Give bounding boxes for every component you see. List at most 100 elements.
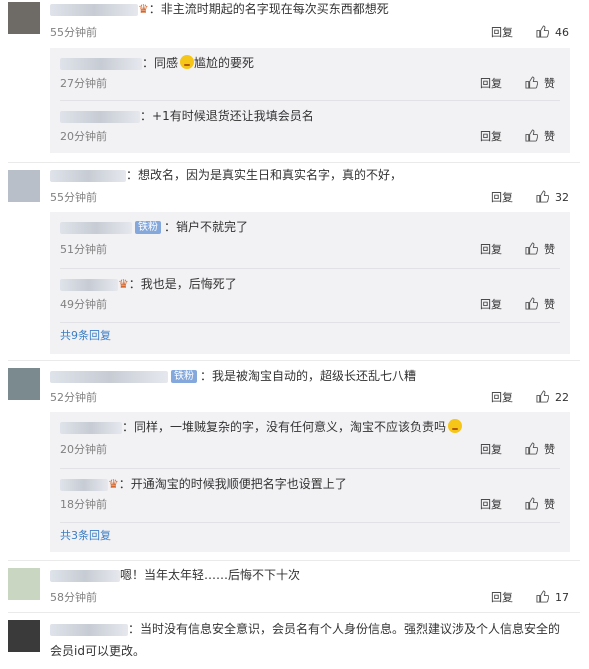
avatar[interactable] (8, 170, 40, 202)
grimace-emoji (448, 419, 463, 433)
username[interactable] (60, 221, 132, 234)
fan-badge: 铁粉 (171, 370, 197, 383)
comment-text: 嗯！当年太年轻……后悔不下十次 (120, 568, 301, 582)
divider (8, 560, 580, 561)
reply-button[interactable]: 回复 (480, 497, 502, 513)
like-button[interactable]: 赞 (525, 297, 555, 313)
reply-time: 20分钟前 (60, 443, 107, 456)
username[interactable] (50, 569, 120, 582)
divider (8, 360, 580, 361)
reply-button[interactable]: 回复 (480, 76, 502, 92)
crown-emoji-icon: ♛ (138, 2, 149, 16)
like-button[interactable]: 46 (536, 25, 569, 41)
reply-text: 同样，一堆贼复杂的字，没有任何意义，淘宝不应该负责吗 (134, 420, 447, 434)
thumbs-up-icon (525, 497, 538, 510)
avatar[interactable] (8, 368, 40, 400)
thumbs-up-icon (525, 76, 538, 89)
comment-time: 58分钟前 (50, 591, 97, 604)
like-label: 赞 (544, 243, 555, 256)
like-button[interactable]: 赞 (525, 129, 555, 145)
reply-text: 开通淘宝的时候我顺便把名字也设置上了 (130, 477, 347, 491)
thumbs-up-icon (525, 242, 538, 255)
reply-time: 27分钟前 (60, 77, 107, 90)
like-count: 22 (555, 391, 569, 404)
divider (8, 612, 580, 613)
username[interactable] (60, 110, 140, 123)
comment-text: 想改名，因为是真实生日和真实名字，真的不好， (138, 168, 403, 182)
thumbs-up-icon (536, 590, 549, 603)
username[interactable] (60, 278, 118, 291)
reply-time: 49分钟前 (60, 298, 107, 311)
reply-box: ：同感 尴尬的要死 27分钟前 回复 赞 ：+1有时候退货还让我填会员名 20分钟… (50, 48, 570, 153)
more-replies-link[interactable]: 共9条回复 (60, 328, 111, 344)
comment-text-line2: 会员id可以更改。 (50, 644, 145, 658)
more-replies-link[interactable]: 共3条回复 (60, 528, 111, 544)
crown-emoji-icon: ♛ (118, 277, 129, 291)
reply-item: ：+1有时候退货还让我填会员名 20分钟前 回复 赞 (60, 109, 555, 145)
reply-button[interactable]: 回复 (491, 590, 513, 606)
reply-item: ：同感 尴尬的要死 27分钟前 回复 赞 (60, 55, 555, 92)
username[interactable] (50, 169, 126, 182)
crown-emoji-icon: ♛ (108, 477, 119, 491)
like-label: 赞 (544, 298, 555, 311)
username[interactable] (60, 57, 142, 70)
reply-button[interactable]: 回复 (480, 297, 502, 313)
reply-button[interactable]: 回复 (480, 242, 502, 258)
reply-button[interactable]: 回复 (491, 190, 513, 206)
like-count: 46 (555, 26, 569, 39)
thumbs-up-icon (525, 129, 538, 142)
comment-time: 55分钟前 (50, 26, 97, 39)
reply-item: ♛：我也是，后悔死了 49分钟前 回复 赞 (60, 277, 555, 313)
reply-time: 51分钟前 (60, 243, 107, 256)
reply-time: 18分钟前 (60, 498, 107, 511)
reply-item: ：同样，一堆贼复杂的字，没有任何意义，淘宝不应该负责吗 20分钟前 回复 赞 (60, 419, 555, 458)
comment-text: 我是被淘宝自动的，超级长还乱七八糟 (212, 369, 417, 383)
reply-text: 销户不就完了 (176, 220, 249, 234)
comment-time: 55分钟前 (50, 191, 97, 204)
username[interactable] (50, 370, 168, 383)
comment-time: 52分钟前 (50, 391, 97, 404)
reply-button[interactable]: 回复 (480, 442, 502, 458)
reply-text: +1有时候退货还让我填会员名 (152, 109, 314, 123)
fan-badge: 铁粉 (135, 221, 161, 234)
reply-item: ♛：开通淘宝的时候我顺便把名字也设置上了 18分钟前 回复 赞 (60, 477, 555, 513)
username[interactable] (60, 421, 122, 434)
reply-button[interactable]: 回复 (480, 129, 502, 145)
reply-item: 铁粉 ：销户不就完了 51分钟前 回复 赞 (60, 220, 555, 258)
awkward-face-emoji (180, 55, 195, 69)
like-button[interactable]: 赞 (525, 242, 555, 258)
like-button[interactable]: 赞 (525, 497, 555, 513)
thumbs-up-icon (536, 390, 549, 403)
username[interactable] (60, 478, 108, 491)
like-button[interactable]: 赞 (525, 76, 555, 92)
thumbs-up-icon (525, 297, 538, 310)
username[interactable] (50, 623, 128, 636)
like-label: 赞 (544, 443, 555, 456)
reply-time: 20分钟前 (60, 130, 107, 143)
reply-text: 我也是，后悔死了 (140, 277, 237, 291)
like-button[interactable]: 赞 (525, 442, 555, 458)
divider (8, 162, 580, 163)
like-count: 17 (555, 591, 569, 604)
reply-button[interactable]: 回复 (491, 25, 513, 41)
like-label: 赞 (544, 130, 555, 143)
thumbs-up-icon (536, 190, 549, 203)
reply-box: 铁粉 ：销户不就完了 51分钟前 回复 赞 ♛：我也是，后悔死了 49分钟前 回复… (50, 212, 570, 354)
avatar[interactable] (8, 568, 40, 600)
thumbs-up-icon (525, 442, 538, 455)
avatar[interactable] (8, 620, 40, 652)
like-label: 赞 (544, 77, 555, 90)
username[interactable] (50, 3, 138, 16)
like-button[interactable]: 17 (536, 590, 569, 606)
reply-box: ：同样，一堆贼复杂的字，没有任何意义，淘宝不应该负责吗 20分钟前 回复 赞 ♛… (50, 412, 570, 552)
like-button[interactable]: 32 (536, 190, 569, 206)
like-count: 32 (555, 191, 569, 204)
reply-text-cont: 尴尬的要死 (194, 56, 255, 70)
comment-text: 非主流时期起的名字现在每次买东西都想死 (160, 2, 389, 16)
like-button[interactable]: 22 (536, 390, 569, 406)
avatar[interactable] (8, 2, 40, 34)
reply-button[interactable]: 回复 (491, 390, 513, 406)
like-label: 赞 (544, 498, 555, 511)
comment-text: 当时没有信息安全意识，会员名有个人身份信息。强烈建议涉及个人信息安全的 (140, 622, 561, 636)
divider (60, 522, 560, 523)
